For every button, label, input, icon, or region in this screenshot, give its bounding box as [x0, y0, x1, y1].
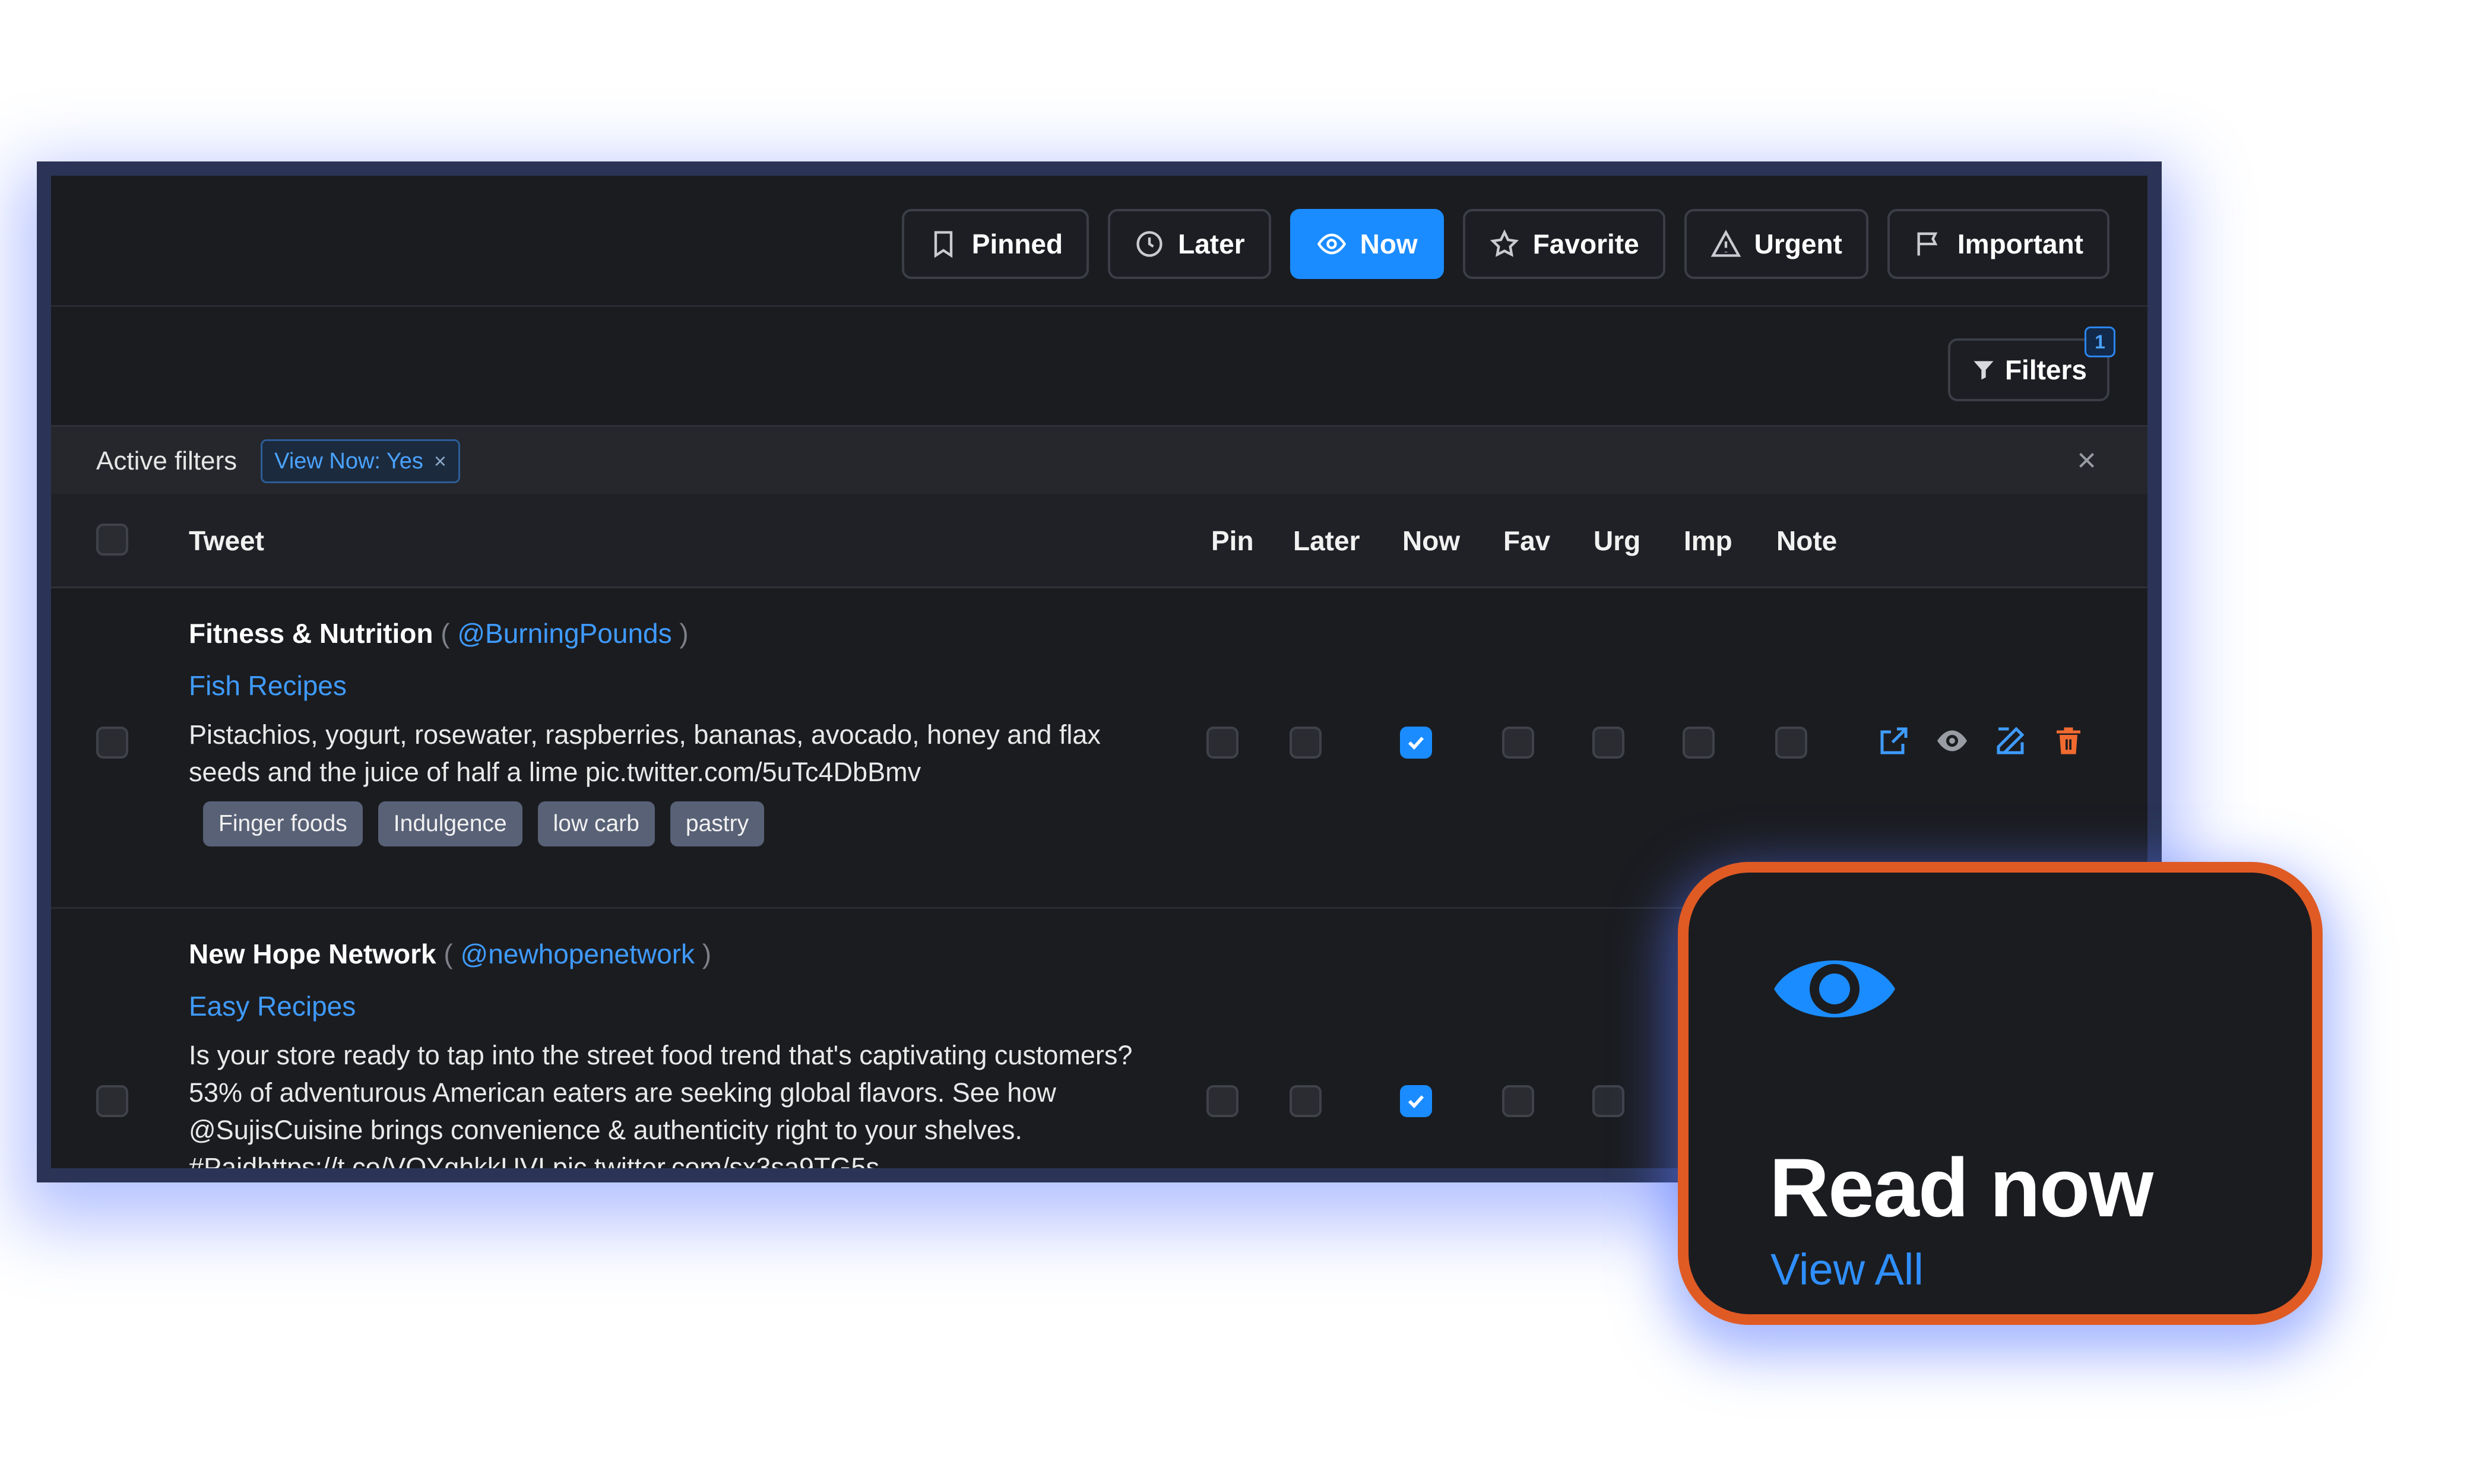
clock-icon	[1136, 231, 1162, 257]
warning-icon	[1710, 230, 1741, 257]
column-header-pin: Pin	[1211, 525, 1254, 556]
author-handle[interactable]: @BurningPounds	[457, 618, 671, 649]
urg-checkbox[interactable]	[1592, 1085, 1624, 1117]
tweet-category[interactable]: Fish Recipes	[189, 670, 347, 702]
active-filters-label: Active filters	[96, 446, 237, 475]
table-row: Fitness & Nutrition ( @BurningPounds ) F…	[51, 586, 2147, 909]
filter-icon	[1974, 361, 1994, 380]
filter-chip-view-now[interactable]: View Now: Yes ×	[261, 439, 460, 483]
fav-checkbox[interactable]	[1502, 727, 1534, 759]
row-select-checkbox[interactable]	[96, 1085, 128, 1117]
star-icon	[1490, 229, 1519, 257]
urgent-button[interactable]: Urgent	[1684, 209, 1868, 279]
author-handle[interactable]: @newhopenetwork	[461, 938, 695, 969]
tag[interactable]: pastry	[670, 801, 765, 846]
view-buttons: Pinned Later Now Favorite Urgent Importa…	[901, 209, 2109, 279]
later-button-label: Later	[1178, 229, 1245, 259]
table-header: Tweet Pin Later Now Fav Urg Imp Note	[51, 494, 2147, 588]
flag-icon	[1917, 232, 1938, 256]
tweet-text-line: #Paidhttps://t.co/VOYghkkUVI pic.twitter…	[189, 1152, 879, 1182]
author-name: New Hope Network	[189, 938, 436, 969]
pin-checkbox[interactable]	[1206, 727, 1238, 759]
urgent-button-label: Urgent	[1754, 229, 1842, 259]
close-paren: )	[702, 938, 712, 969]
tweet-author: Fitness & Nutrition ( @BurningPounds )	[189, 617, 689, 649]
tweet-author: New Hope Network ( @newhopenetwork )	[189, 938, 711, 970]
close-paren: )	[679, 618, 689, 649]
imp-checkbox[interactable]	[1683, 727, 1715, 759]
urg-checkbox[interactable]	[1592, 727, 1624, 759]
fav-checkbox[interactable]	[1502, 1085, 1534, 1117]
tweet-text-line: Pistachios, yogurt, rosewater, raspberri…	[189, 719, 1101, 750]
column-header-fav: Fav	[1503, 525, 1551, 556]
open-paren: (	[441, 618, 450, 649]
now-checkbox[interactable]	[1400, 727, 1432, 759]
important-button[interactable]: Important	[1887, 209, 2109, 279]
important-button-label: Important	[1957, 229, 2083, 259]
row-select-checkbox[interactable]	[96, 727, 128, 759]
checkmark-icon	[1408, 737, 1424, 750]
tweet-text-line: 53% of adventurous American eaters are s…	[189, 1077, 1056, 1108]
tweet-text-line: @SujisCuisine brings convenience & authe…	[189, 1115, 1022, 1145]
trash-icon[interactable]	[2051, 723, 2086, 759]
top-toolbar: Pinned Later Now Favorite Urgent Importa…	[51, 176, 2147, 307]
active-filters-bar: Active filters View Now: Yes × ×	[51, 425, 2147, 497]
favorite-button-label: Favorite	[1532, 229, 1639, 259]
filters-button-label: Filters	[2004, 354, 2087, 385]
pinned-button-label: Pinned	[971, 229, 1063, 259]
tweet-text: Is your store ready to tap into the stre…	[189, 1036, 1210, 1182]
eye-icon[interactable]	[1934, 723, 1970, 759]
tweet-text-line: Is your store ready to tap into the stre…	[189, 1040, 1133, 1070]
eye-icon	[1774, 960, 1895, 1017]
row-actions	[1876, 723, 2086, 759]
checkmark-icon	[1408, 1095, 1424, 1108]
now-checkbox[interactable]	[1400, 1085, 1432, 1117]
tag[interactable]: low carb	[537, 801, 655, 846]
author-name: Fitness & Nutrition	[189, 618, 433, 649]
read-now-popup: Read now View All	[1678, 862, 2323, 1325]
filter-chip-label: View Now: Yes	[274, 448, 423, 474]
filters-count-badge: 1	[2085, 326, 2115, 357]
bookmark-icon	[934, 231, 952, 258]
column-header-urg: Urg	[1594, 525, 1641, 556]
column-header-now: Now	[1402, 525, 1461, 556]
column-header-note: Note	[1776, 525, 1838, 556]
now-button[interactable]: Now	[1290, 209, 1444, 279]
column-header-tweet: Tweet	[189, 525, 264, 556]
tag-list: Finger foods Indulgence low carb pastry	[203, 801, 765, 846]
column-header-imp: Imp	[1684, 525, 1732, 556]
later-button[interactable]: Later	[1108, 209, 1271, 279]
tweet-text: Pistachios, yogurt, rosewater, raspberri…	[189, 716, 1210, 791]
select-all-checkbox[interactable]	[96, 524, 128, 556]
popup-title: Read now	[1769, 1141, 2153, 1234]
tag[interactable]: Indulgence	[378, 801, 522, 846]
view-all-link[interactable]: View All	[1770, 1244, 1924, 1295]
favorite-button[interactable]: Favorite	[1462, 209, 1665, 279]
note-checkbox[interactable]	[1775, 727, 1807, 759]
close-filters-icon[interactable]: ×	[2077, 443, 2096, 477]
tweet-text-line: seeds and the juice of half a lime pic.t…	[189, 757, 921, 787]
tweet-category[interactable]: Easy Recipes	[189, 990, 356, 1022]
now-button-label: Now	[1360, 229, 1418, 259]
filters-button[interactable]: Filters 1	[1947, 326, 2115, 401]
chip-remove-icon[interactable]: ×	[434, 449, 446, 474]
column-header-later: Later	[1293, 525, 1360, 556]
open-paren: (	[444, 938, 453, 969]
external-link-icon[interactable]	[1876, 723, 1912, 759]
eye-icon	[1317, 233, 1346, 255]
pinned-button[interactable]: Pinned	[901, 209, 1089, 279]
tag[interactable]: Finger foods	[203, 801, 363, 846]
edit-icon[interactable]	[1992, 723, 2028, 759]
later-checkbox[interactable]	[1290, 1085, 1322, 1117]
later-checkbox[interactable]	[1290, 727, 1322, 759]
pin-checkbox[interactable]	[1206, 1085, 1238, 1117]
